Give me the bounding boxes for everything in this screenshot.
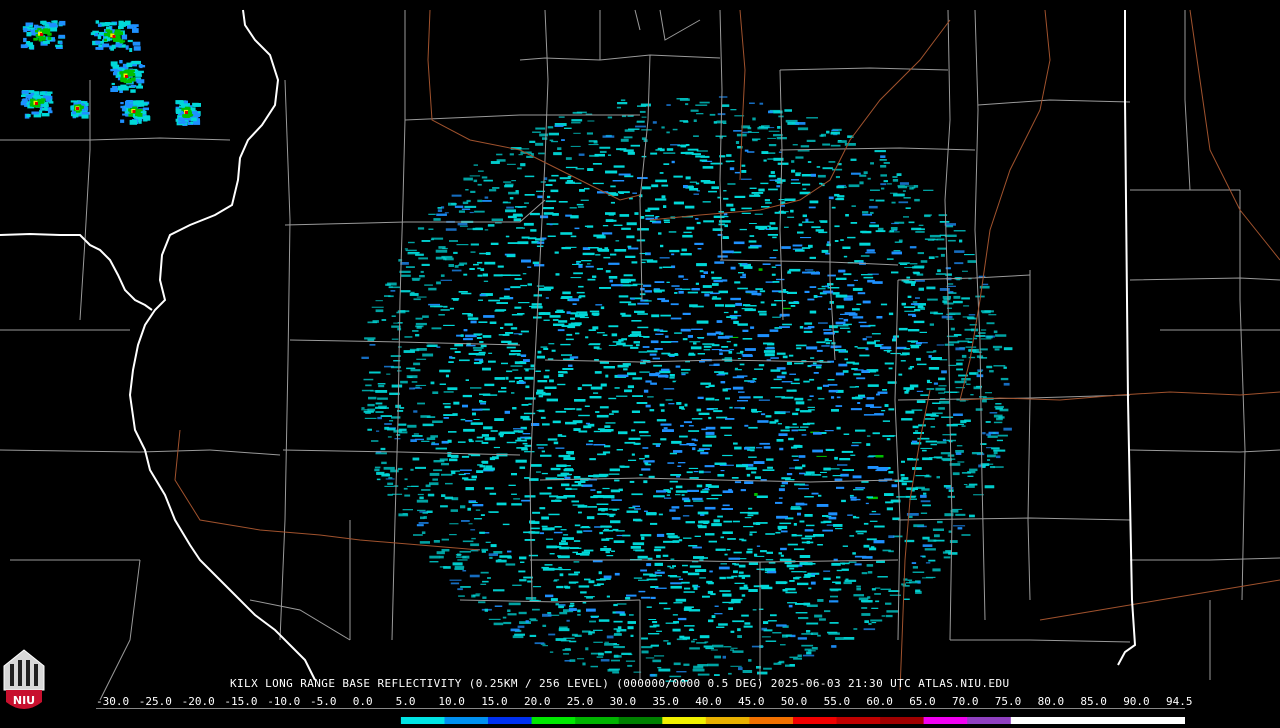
scale-label: 70.0 — [952, 695, 979, 708]
scale-label: 60.0 — [866, 695, 893, 708]
radar-site-marker — [674, 378, 692, 396]
scale-label: 25.0 — [566, 695, 594, 708]
scale-swatch — [226, 717, 271, 724]
scale-swatch — [488, 717, 533, 724]
scale-label: -5.0 — [310, 695, 337, 708]
scale-swatch — [836, 717, 881, 724]
scale-swatch — [880, 717, 925, 724]
scale-swatch — [1097, 717, 1143, 724]
scale-swatch — [444, 717, 489, 724]
scale-label: -20.0 — [181, 695, 215, 708]
scale-label: -15.0 — [224, 695, 258, 708]
scale-swatch — [793, 717, 838, 724]
scale-label: 20.0 — [524, 695, 551, 708]
scale-label: 5.0 — [395, 695, 416, 708]
scale-label: 55.0 — [823, 695, 851, 708]
scale-label: 90.0 — [1123, 695, 1150, 708]
scale-label: -10.0 — [267, 695, 301, 708]
scale-swatch — [923, 717, 968, 724]
product-caption: KILX LONG RANGE BASE REFLECTIVITY (0.25K… — [230, 677, 1010, 690]
logo-text: NIU — [13, 694, 35, 707]
scale-label: 0.0 — [352, 695, 373, 708]
scale-label: 65.0 — [909, 695, 936, 708]
niu-logo: NIU — [2, 646, 46, 716]
scale-label: -30.0 — [96, 695, 130, 708]
scale-swatch — [183, 717, 228, 724]
scale-label: 35.0 — [652, 695, 679, 708]
scale-swatch — [313, 717, 358, 724]
scale-label: 85.0 — [1080, 695, 1107, 708]
scale-swatch — [270, 717, 315, 724]
scale-label: 45.0 — [738, 695, 765, 708]
scale-swatch — [139, 717, 184, 724]
scale-swatch — [1054, 717, 1099, 724]
scale-label: 94.5 — [1166, 695, 1193, 708]
radar-map — [0, 0, 1280, 720]
university-tower-icon: NIU — [3, 649, 45, 709]
scale-label: 75.0 — [994, 695, 1022, 708]
scale-label: 15.0 — [481, 695, 508, 708]
scale-label: 30.0 — [609, 695, 637, 708]
scale-label: 40.0 — [695, 695, 722, 708]
scale-swatch — [357, 717, 402, 724]
scale-swatch — [1141, 717, 1186, 724]
color-scale-labels: -30.0 -25.0 -20.0 -15.0 -10.0 -5.0 0.0 5.0 10.0 1… — [96, 696, 1196, 708]
scale-swatch — [400, 717, 446, 724]
scale-swatch — [618, 717, 663, 724]
scale-label: 50.0 — [780, 695, 808, 708]
color-scale-swatches — [96, 717, 1186, 724]
scale-swatch — [705, 717, 750, 724]
scale-swatch — [531, 717, 576, 724]
scale-label: 80.0 — [1037, 695, 1065, 708]
scale-swatch — [967, 717, 1012, 724]
scale-swatch — [96, 717, 141, 724]
scale-label: 10.0 — [438, 695, 465, 708]
scale-swatch — [575, 717, 620, 724]
scale-swatch — [749, 717, 794, 724]
scale-swatch — [1010, 717, 1055, 724]
color-scale-bar — [96, 708, 1186, 724]
scale-label: -25.0 — [138, 695, 172, 708]
scale-swatch — [662, 717, 707, 724]
